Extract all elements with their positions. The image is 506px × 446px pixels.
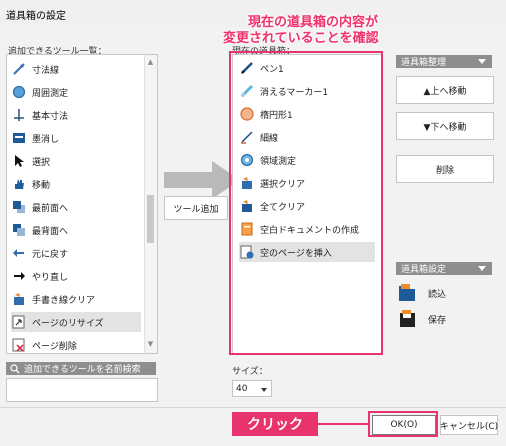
available-item-move[interactable]: 移動 — [11, 174, 141, 194]
save-button[interactable]: 保存 — [398, 308, 488, 330]
send-back-icon — [11, 222, 27, 238]
page-delete-icon — [11, 337, 27, 353]
load-label: 読込 — [428, 289, 447, 300]
perimeter-icon — [11, 84, 27, 100]
load-folder-icon — [398, 284, 418, 302]
available-item-page-resize[interactable]: ページのリサイズ — [11, 312, 141, 332]
page-resize-icon — [11, 314, 27, 330]
available-item-label: 最背面へ — [32, 226, 69, 237]
settings-panel-header[interactable]: 道具箱設定 — [396, 262, 492, 275]
footer-divider — [0, 407, 506, 408]
available-item-redact[interactable]: 墨消し — [11, 128, 141, 148]
search-icon — [10, 363, 20, 374]
available-item-label: 最前面へ — [32, 203, 69, 214]
available-item-label: 寸法線 — [32, 65, 60, 76]
undo-icon — [11, 245, 27, 261]
search-header: 追加できるツールを名前検索 — [6, 362, 156, 375]
delete-button[interactable]: 削除 — [396, 155, 494, 183]
dimension-icon — [11, 61, 27, 77]
cancel-button[interactable]: キャンセル(C) — [440, 415, 498, 435]
available-item-page-delete[interactable]: ページ削除 — [11, 335, 141, 353]
organize-header-label: 道具箱整理 — [401, 58, 447, 68]
clear-handwriting-icon — [11, 291, 27, 307]
scroll-up-arrow[interactable]: ▲ — [145, 57, 156, 68]
available-item-undo[interactable]: 元に戻す — [11, 243, 141, 263]
available-tools-list[interactable]: 寸法線 周囲測定 基本寸法 墨消し 選択 移動 最前面へ 最背面へ 元に戻す や… — [6, 54, 158, 354]
click-annotation-badge: クリック — [232, 412, 318, 436]
redo-icon — [11, 268, 27, 284]
available-item-label: 周囲測定 — [32, 88, 69, 99]
available-item-bring-front[interactable]: 最前面へ — [11, 197, 141, 217]
available-item-select[interactable]: 選択 — [11, 151, 141, 171]
bring-front-icon — [11, 199, 27, 215]
available-item-perimeter[interactable]: 周囲測定 — [11, 82, 141, 102]
available-list-scrollbar[interactable]: ▲ ▼ — [144, 55, 157, 353]
load-button[interactable]: 読込 — [398, 282, 488, 304]
click-annotation-connector — [318, 423, 368, 425]
window-title: 道具箱の設定 — [6, 11, 66, 22]
organize-panel-header[interactable]: 道具箱整理 — [396, 55, 492, 68]
available-item-basic-dimension[interactable]: 基本寸法 — [11, 105, 141, 125]
available-item-send-back[interactable]: 最背面へ — [11, 220, 141, 240]
available-item-label: 手書き線クリア — [32, 295, 96, 306]
hand-icon — [11, 176, 27, 192]
current-toolbox-highlight — [229, 51, 383, 355]
available-item-label: 移動 — [32, 180, 51, 191]
size-label: サイズ： — [232, 367, 268, 377]
available-item-label: ページ削除 — [32, 341, 77, 352]
cursor-icon — [11, 153, 27, 169]
ok-button[interactable]: OK(O) — [372, 415, 436, 435]
redact-icon — [11, 130, 27, 146]
size-select[interactable]: 40 — [232, 380, 272, 397]
tool-search-input[interactable] — [6, 378, 158, 402]
available-item-clear-handwriting[interactable]: 手書き線クリア — [11, 289, 141, 309]
size-value: 40 — [236, 383, 248, 394]
save-floppy-icon — [398, 310, 418, 328]
collapse-arrow-icon[interactable] — [478, 59, 486, 64]
available-item-dimension[interactable]: 寸法線 — [11, 59, 141, 79]
available-item-label: やり直し — [32, 272, 69, 283]
collapse-arrow-icon[interactable] — [478, 266, 486, 271]
add-tool-button[interactable]: ツール追加 — [164, 196, 228, 220]
scroll-down-arrow[interactable]: ▼ — [145, 339, 156, 350]
basic-dimension-icon — [11, 107, 27, 123]
scroll-thumb[interactable] — [147, 195, 154, 243]
move-up-button[interactable]: ▲上へ移動 — [396, 76, 494, 104]
chevron-down-icon — [261, 388, 267, 392]
available-item-redo[interactable]: やり直し — [11, 266, 141, 286]
save-label: 保存 — [428, 315, 447, 326]
available-item-label: 基本寸法 — [32, 111, 69, 122]
move-down-button[interactable]: ▼下へ移動 — [396, 112, 494, 140]
settings-header-label: 道具箱設定 — [401, 265, 447, 275]
search-label: 追加できるツールを名前検索 — [24, 365, 141, 375]
available-item-label: 元に戻す — [32, 249, 69, 260]
available-item-label: 選択 — [32, 157, 51, 168]
available-item-label: 墨消し — [32, 134, 60, 145]
annotation-line-2: 変更されていることを確認 — [223, 31, 379, 46]
available-item-label: ページのリサイズ — [32, 318, 104, 329]
